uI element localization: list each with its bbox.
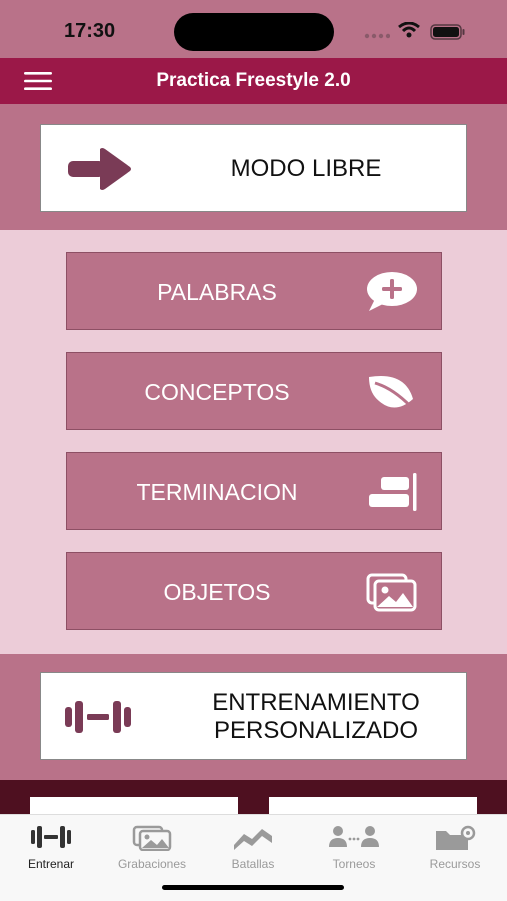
tab-entrenar[interactable]: Entrenar <box>1 821 101 871</box>
tab-recursos[interactable]: Recursos <box>405 821 505 871</box>
images-icon <box>132 825 172 851</box>
terminacion-label: TERMINACION <box>136 479 298 505</box>
battery-icon <box>430 24 465 40</box>
tab-grabaciones-label: Grabaciones <box>117 857 187 871</box>
tab-batallas[interactable]: Batallas <box>203 821 303 871</box>
objetos-button[interactable]: OBJETOS <box>66 552 442 630</box>
leaf-icon <box>369 375 417 413</box>
conceptos-label: CONCEPTOS <box>144 379 290 405</box>
card-peek-right <box>269 797 477 814</box>
entrenamiento-personalizado-button[interactable]: ENTRENAMIENTO PERSONALIZADO <box>40 672 467 760</box>
tab-grabaciones[interactable]: Grabaciones <box>102 821 202 871</box>
tab-torneos-label: Torneos <box>332 857 376 871</box>
objetos-label: OBJETOS <box>163 579 271 605</box>
dumbbell-icon <box>31 826 71 848</box>
terminacion-button[interactable]: TERMINACION <box>66 452 442 530</box>
folder-gear-icon <box>436 825 476 850</box>
dynamic-island <box>174 13 334 51</box>
signal-icon <box>364 33 390 39</box>
images-icon <box>366 573 417 612</box>
status-time: 17:30 <box>64 20 116 42</box>
users-icon <box>329 826 379 847</box>
palabras-label: PALABRAS <box>157 279 277 305</box>
card-peek-left <box>30 797 238 814</box>
conceptos-button[interactable]: CONCEPTOS <box>66 352 442 430</box>
palabras-button[interactable]: PALABRAS <box>66 252 442 330</box>
tab-entrenar-label: Entrenar <box>27 857 75 871</box>
dumbbell-icon <box>65 701 131 733</box>
align-right-icon <box>369 473 417 511</box>
wifi-icon <box>398 22 420 38</box>
page-title: Practica Freestyle 2.0 <box>156 70 351 91</box>
chat-plus-icon <box>367 272 417 311</box>
modo-libre-label: MODO LIBRE <box>230 155 382 182</box>
modo-libre-button[interactable]: MODO LIBRE <box>40 124 467 212</box>
tab-torneos[interactable]: Torneos <box>304 821 404 871</box>
tab-batallas-label: Batallas <box>231 857 275 871</box>
home-indicator <box>162 885 344 890</box>
status-bar: 17:30 <box>0 0 507 58</box>
arrow-right-icon <box>68 148 131 190</box>
nav-bar: Practica Freestyle 2.0 <box>0 58 507 104</box>
tab-recursos-label: Recursos <box>429 857 481 871</box>
wave-icon <box>234 829 272 850</box>
entrenamiento-label-line1: ENTRENAMIENTO <box>212 689 420 716</box>
entrenamiento-label-line2: PERSONALIZADO <box>213 717 419 744</box>
